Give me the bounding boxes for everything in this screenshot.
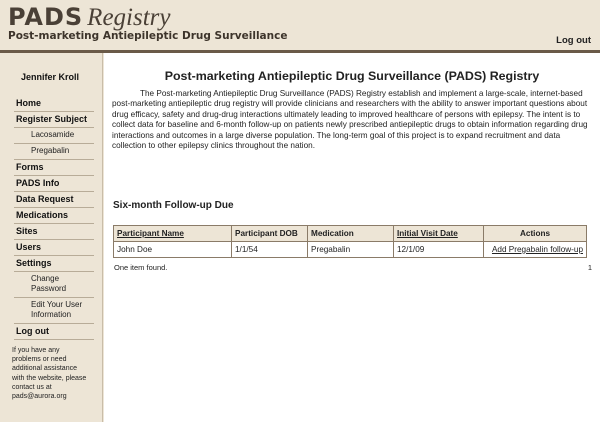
cell-initial-visit-date: 12/1/09 [393, 241, 484, 258]
sidebar-item-pregabalin[interactable]: Pregabalin [14, 144, 94, 159]
sidebar-item-logout[interactable]: Log out [14, 324, 94, 339]
sort-initial-visit-date[interactable]: Initial Visit Date [397, 229, 458, 238]
sidebar-item-sites[interactable]: Sites [14, 224, 94, 239]
logo-subtitle: Post-marketing Antiepileptic Drug Survei… [8, 30, 288, 42]
cell-medication: Pregabalin [307, 241, 394, 258]
sidebar-nav: Home Register Subject Lacosamide Pregaba… [14, 96, 94, 340]
page-number-link[interactable]: 1 [588, 263, 592, 272]
sidebar: Jennifer Kroll Home Register Subject Lac… [0, 53, 103, 422]
sidebar-item-lacosamide[interactable]: Lacosamide [14, 128, 94, 143]
sidebar-item-settings[interactable]: Settings [14, 256, 94, 271]
header-participant-dob: Participant DOB [231, 225, 308, 242]
sidebar-item-change-password[interactable]: Change Password [14, 272, 94, 297]
sidebar-item-home[interactable]: Home [14, 96, 94, 111]
table-row: John Doe 1/1/54 Pregabalin 12/1/09 Add P… [113, 241, 587, 258]
user-name: Jennifer Kroll [20, 72, 79, 82]
items-found-text: One item found. [114, 263, 168, 272]
header: PADS Registry Post-marketing Antiepilepti… [0, 0, 600, 53]
sidebar-item-data-request[interactable]: Data Request [14, 192, 94, 207]
help-text: If you have any problems or need additio… [12, 347, 87, 401]
cell-participant-name: John Doe [113, 241, 232, 258]
sidebar-item-pads-info[interactable]: PADS Info [14, 176, 94, 191]
page-title: Post-marketing Antiepileptic Drug Survei… [164, 69, 540, 83]
header-logout-link[interactable]: Log out [556, 35, 591, 46]
sidebar-item-medications[interactable]: Medications [14, 208, 94, 223]
intro-paragraph: The Post-marketing Antiepileptic Drug Su… [112, 89, 588, 151]
followup-table: Participant Name Participant DOB Medicat… [113, 225, 587, 258]
sidebar-item-edit-user-info[interactable]: Edit Your User Information [14, 298, 94, 323]
sidebar-item-users[interactable]: Users [14, 240, 94, 255]
logo-registry: Registry [87, 4, 171, 31]
logo-pads: PADS [8, 3, 84, 31]
section-title: Six-month Follow-up Due [113, 200, 234, 211]
sidebar-item-forms[interactable]: Forms [14, 160, 94, 175]
cell-participant-dob: 1/1/54 [231, 241, 308, 258]
sort-participant-name[interactable]: Participant Name [117, 229, 184, 238]
main-content: Post-marketing Antiepileptic Drug Survei… [104, 53, 600, 422]
logo: PADS Registry [8, 3, 171, 32]
table-header-row: Participant Name Participant DOB Medicat… [113, 225, 587, 242]
header-actions: Actions [483, 225, 587, 242]
sidebar-item-register-subject[interactable]: Register Subject [14, 112, 94, 127]
add-followup-link[interactable]: Add Pregabalin follow-up [492, 245, 583, 254]
header-medication: Medication [307, 225, 394, 242]
